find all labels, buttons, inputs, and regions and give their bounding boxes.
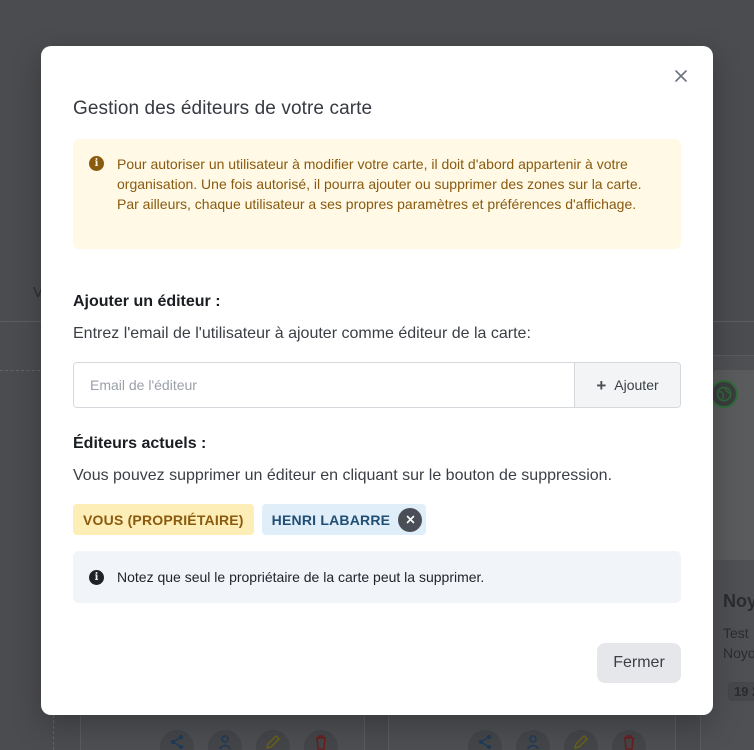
share-icon <box>160 730 194 750</box>
info-circle-icon: i <box>89 569 104 585</box>
editor-tag: HENRI LABARRE <box>261 504 427 535</box>
background-dashed-line <box>0 370 40 371</box>
add-editor-heading: Ajouter un éditeur : <box>73 293 221 310</box>
current-editors-description: Vous pouvez supprimer un éditeur en cliq… <box>73 467 613 484</box>
background-card-date: 19 2 <box>728 682 754 701</box>
warning-text: Pour autoriser un utilisateur à modifier… <box>117 156 642 212</box>
info-alert: i Notez que seul le propriétaire de la c… <box>73 551 681 603</box>
editor-tag-name: HENRI LABARRE <box>271 511 391 528</box>
user-icon <box>208 730 242 750</box>
plus-icon: + <box>596 375 607 395</box>
trash-icon <box>612 730 646 750</box>
edit-icon <box>256 730 290 750</box>
warning-alert: i Pour autoriser un utilisateur à modifi… <box>73 139 681 249</box>
close-icon <box>406 515 414 524</box>
close-icon[interactable] <box>671 66 691 86</box>
info-circle-icon: i <box>89 156 104 171</box>
edit-icon <box>564 730 598 750</box>
background-card-title: Noy <box>723 591 754 611</box>
background-card-text: Noyo <box>723 645 754 661</box>
remove-editor-button[interactable] <box>398 507 423 532</box>
modal-title: Gestion des éditeurs de votre carte <box>73 98 373 119</box>
background-card-text: Test <box>723 625 749 641</box>
user-icon <box>516 730 550 750</box>
info-text: Notez que seul le propriétaire de la car… <box>117 569 485 585</box>
add-editor-description: Entrez l'email de l'utilisateur à ajoute… <box>73 325 531 342</box>
globe-icon <box>710 380 738 408</box>
add-editor-button[interactable]: + Ajouter <box>574 363 680 407</box>
background-dashed-line-vertical <box>53 715 54 750</box>
owner-tag: VOUS (PROPRIÉTAIRE) <box>73 504 254 535</box>
editors-modal: Gestion des éditeurs de votre carte i Po… <box>41 46 713 715</box>
trash-icon <box>304 730 338 750</box>
close-button[interactable]: Fermer <box>597 643 681 683</box>
add-editor-button-label: Ajouter <box>614 377 659 393</box>
add-editor-input-group: + Ajouter <box>73 362 681 408</box>
background-card-actions <box>160 730 338 750</box>
current-editors-heading: Éditeurs actuels : <box>73 435 207 452</box>
share-icon <box>468 730 502 750</box>
editor-tags: VOUS (PROPRIÉTAIRE) HENRI LABARRE <box>73 504 427 535</box>
editor-email-input[interactable] <box>74 363 574 407</box>
background-card-actions <box>468 730 646 750</box>
